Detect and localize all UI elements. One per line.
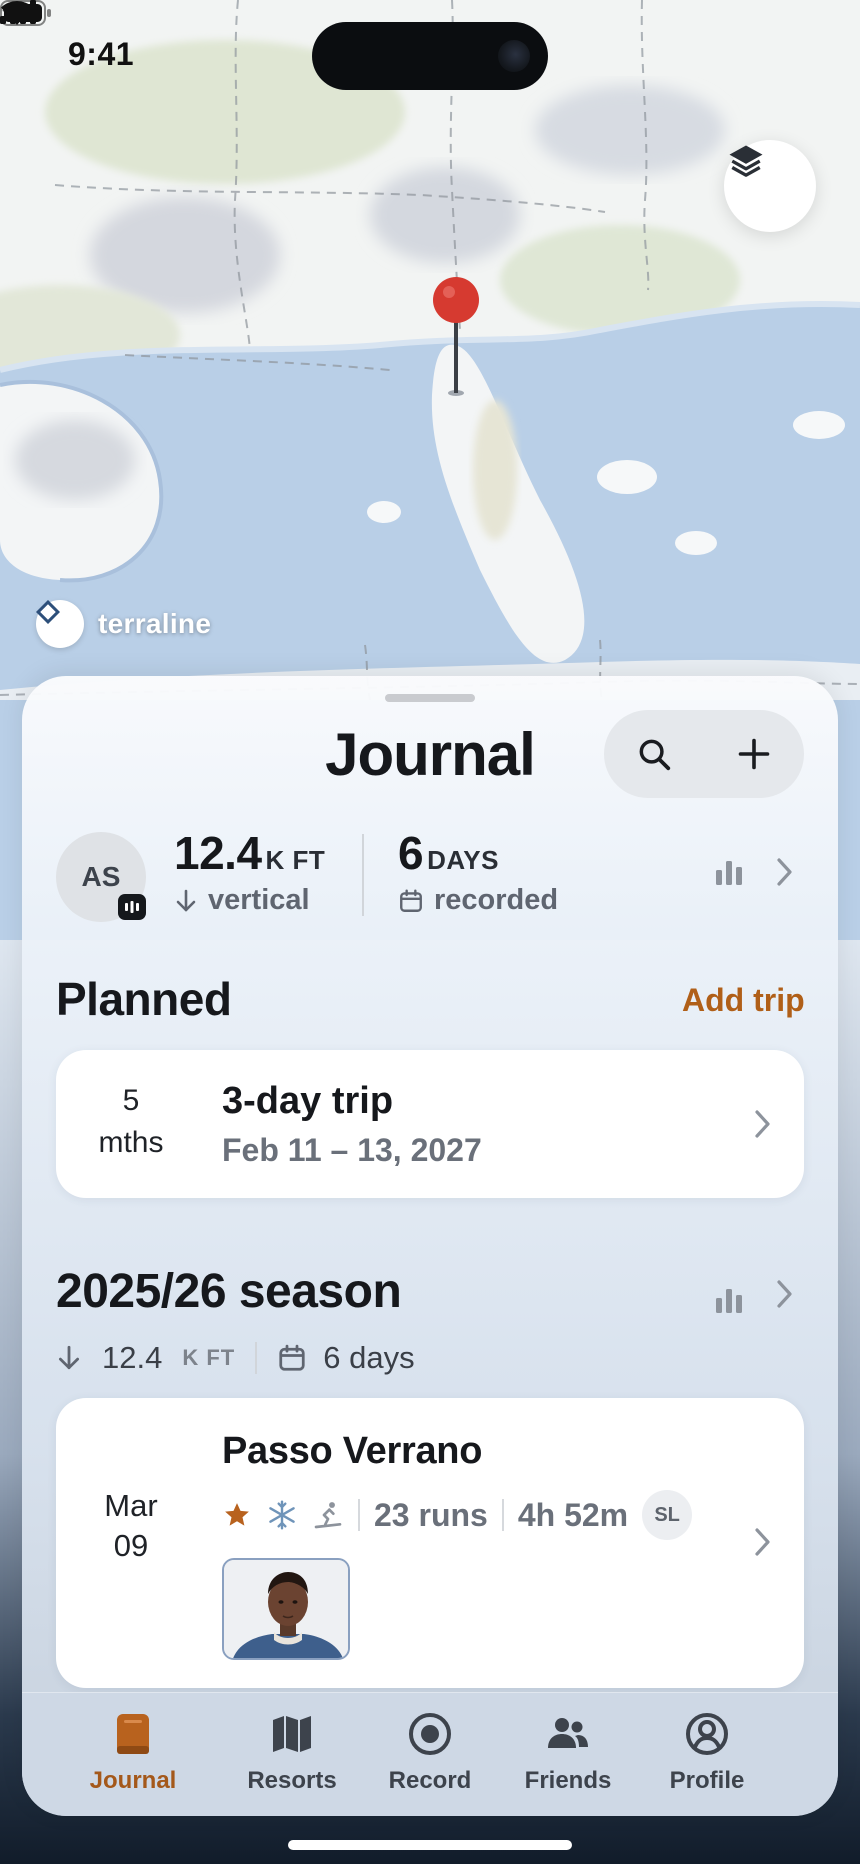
- device-badge-icon: [118, 894, 146, 920]
- chevron-right-icon: [755, 1110, 770, 1138]
- days-unit: DAYS: [427, 845, 499, 875]
- dynamic-island: [312, 22, 548, 90]
- layers-icon: [729, 145, 763, 177]
- tab-label: Journal: [89, 1767, 177, 1794]
- day-number: 09: [113, 1528, 149, 1563]
- tab-label: Record: [388, 1767, 472, 1794]
- vertical-unit: K FT: [265, 845, 326, 875]
- calendar-icon: [400, 889, 422, 912]
- battery-icon: [0, 0, 51, 26]
- divider: [501, 1499, 504, 1531]
- tab-resorts[interactable]: Resorts: [222, 1693, 362, 1816]
- days-label: recorded: [434, 884, 559, 916]
- plus-icon: [738, 738, 770, 770]
- sheet-grabber[interactable]: [385, 694, 475, 702]
- planned-trip-card[interactable]: 5 mths 3-day trip Feb 11 – 13, 2027: [56, 1050, 804, 1198]
- record-icon: [409, 1713, 451, 1755]
- add-trip-button[interactable]: Add trip: [682, 982, 805, 1019]
- trip-countdown: 5 mths: [56, 1080, 206, 1164]
- person-portrait-image: [224, 1560, 348, 1658]
- level-badge: SL: [642, 1490, 693, 1540]
- arrow-down-icon: [176, 889, 196, 911]
- map-attribution: terraline: [36, 600, 211, 648]
- add-button[interactable]: [726, 726, 782, 782]
- avatar-initials: AS: [81, 861, 121, 892]
- chevron-right-icon: [777, 858, 792, 886]
- stats-summary[interactable]: AS 12.4 K FT vertical 6 DAYS recorded: [22, 826, 838, 926]
- tab-profile[interactable]: Profile: [637, 1693, 777, 1816]
- status-time: 9:41: [68, 36, 135, 72]
- chevron-right-icon[interactable]: [774, 1278, 796, 1310]
- terraline-logo-icon: [36, 600, 84, 648]
- day-photo-thumbnail[interactable]: [222, 1558, 350, 1660]
- snowflake-icon: [269, 1500, 295, 1530]
- resort-name: Passo Verrano: [222, 1430, 483, 1472]
- trip-dates: Feb 11 – 13, 2027: [222, 1132, 482, 1168]
- season-vertical-unit: K FT: [182, 1345, 236, 1370]
- tab-bar: Journal Resorts Record Friends Profile: [22, 1692, 838, 1816]
- planned-section-title: Planned: [56, 973, 232, 1025]
- day-month: Mar: [104, 1488, 158, 1523]
- day-meta: 23 runs 4h 52m SL: [222, 1490, 693, 1540]
- map-icon: [273, 1716, 311, 1752]
- friends-icon: [548, 1718, 588, 1748]
- ski-duration: 4h 52m: [517, 1496, 629, 1533]
- calendar-icon: [279, 1344, 305, 1371]
- arrow-down-icon: [58, 1345, 80, 1370]
- stat-vertical: 12.4 K FT vertical: [174, 826, 325, 917]
- season-days: 6 days: [323, 1340, 415, 1375]
- season-vertical-value: 12.4: [102, 1340, 163, 1375]
- journal-sheet[interactable]: Journal AS 12.4 K FT vertical 6 DAYS rec…: [22, 676, 838, 1816]
- divider: [255, 1342, 258, 1374]
- header-actions: [604, 710, 804, 798]
- tab-label: Friends: [524, 1767, 612, 1794]
- home-indicator[interactable]: [288, 1840, 572, 1850]
- bar-chart-icon[interactable]: [714, 1286, 744, 1314]
- chevron-right-icon: [755, 1528, 770, 1556]
- status-bar: 9:41: [0, 0, 860, 110]
- days-value: 6: [398, 827, 424, 879]
- tab-friends[interactable]: Friends: [498, 1693, 638, 1816]
- camera-icon: [498, 40, 530, 72]
- day-date: Mar 09: [56, 1486, 206, 1566]
- countdown-unit: mths: [98, 1126, 164, 1159]
- brand-name: terraline: [98, 608, 212, 639]
- vertical-label: vertical: [208, 884, 310, 916]
- stat-days: 6 DAYS recorded: [398, 826, 558, 917]
- profile-icon: [686, 1713, 728, 1755]
- star-icon: [225, 1503, 249, 1526]
- search-icon: [639, 739, 671, 771]
- divider: [358, 1499, 360, 1531]
- map-layers-button[interactable]: [724, 140, 816, 232]
- runs-count: 23 runs: [374, 1496, 488, 1533]
- trip-title: 3-day trip: [222, 1080, 394, 1122]
- tab-label: Profile: [669, 1767, 745, 1794]
- skier-icon: [314, 1502, 342, 1529]
- ski-day-card[interactable]: Mar 09 Passo Verrano 23 runs 4h 52m SL: [56, 1398, 804, 1688]
- countdown-value: 5: [122, 1084, 140, 1117]
- stats-divider: [362, 834, 364, 916]
- tab-record[interactable]: Record: [360, 1693, 500, 1816]
- tab-label: Resorts: [247, 1767, 337, 1794]
- season-title: 2025/26 season: [56, 1265, 402, 1318]
- book-icon: [117, 1714, 149, 1754]
- season-summary: 12.4 K FT 6 days: [56, 1338, 415, 1378]
- vertical-value: 12.4: [174, 827, 262, 879]
- search-button[interactable]: [626, 726, 682, 782]
- tab-journal[interactable]: Journal: [63, 1693, 203, 1816]
- bar-chart-icon: [716, 861, 742, 885]
